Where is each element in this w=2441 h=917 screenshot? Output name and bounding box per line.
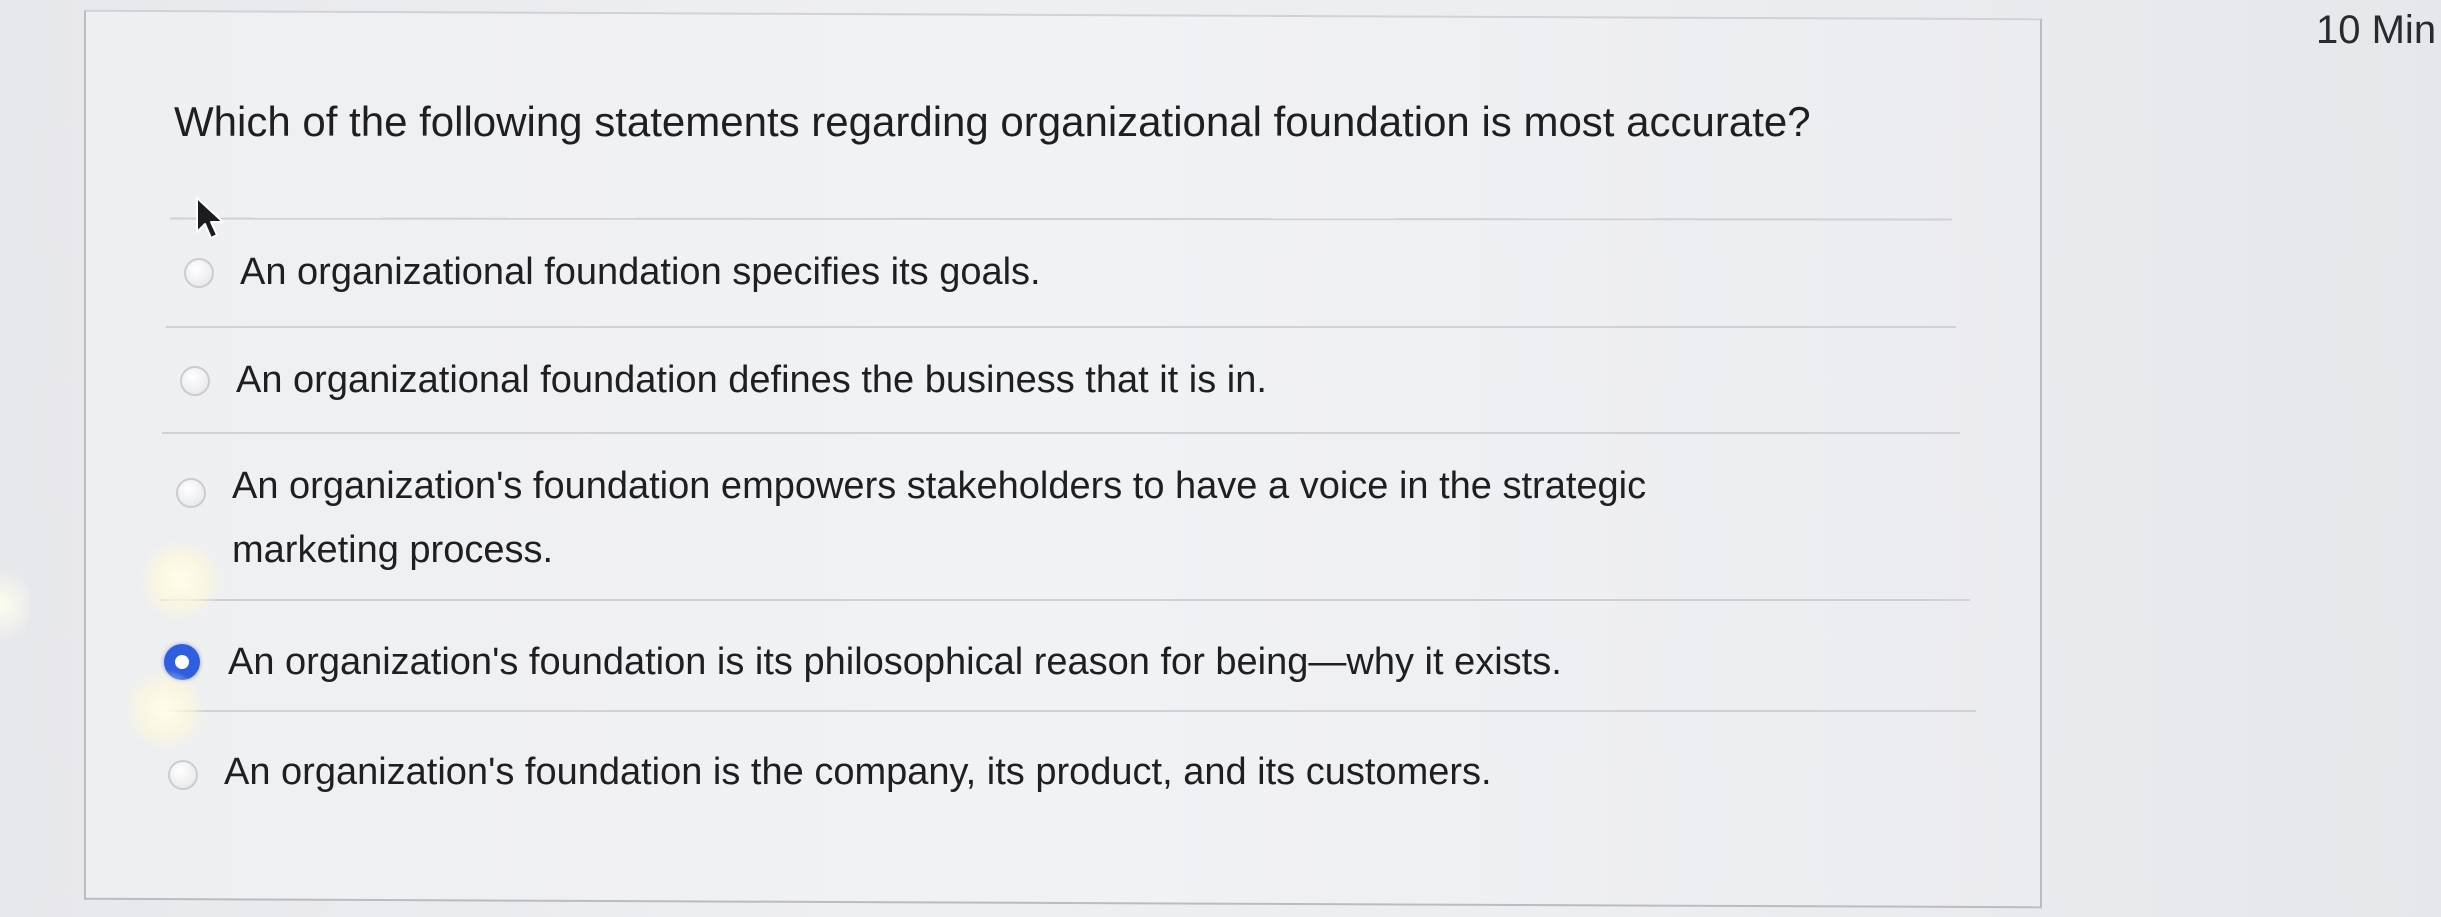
answer-option-label: An organization's foundation empowers st…: [232, 465, 1647, 571]
answer-option-label: An organizational foundation defines the…: [236, 359, 1267, 401]
radio-button-icon[interactable]: [176, 478, 206, 508]
answer-option-label: An organizational foundation specifies i…: [240, 251, 1041, 293]
answer-option-1[interactable]: An organizational foundation specifies i…: [180, 240, 1880, 306]
radio-button-icon[interactable]: [168, 760, 198, 790]
screen-glare: [0, 560, 30, 650]
divider: [162, 432, 1960, 434]
divider: [160, 599, 1970, 601]
answer-option-5[interactable]: An organization's foundation is the comp…: [164, 740, 1864, 806]
radio-button-icon[interactable]: [184, 258, 214, 288]
answer-option-2[interactable]: An organizational foundation defines the…: [176, 348, 1876, 414]
timer-label: 10 Min: [2316, 8, 2437, 52]
divider: [166, 326, 1956, 328]
answer-option-label: An organization's foundation is its phil…: [228, 641, 1562, 683]
mouse-pointer-icon: [196, 197, 224, 239]
divider: [158, 710, 1976, 712]
question-text: Which of the following statements regard…: [174, 98, 1811, 145]
answer-option-label: An organization's foundation is the comp…: [224, 751, 1492, 793]
radio-button-icon[interactable]: [164, 644, 200, 680]
answer-option-4[interactable]: An organization's foundation is its phil…: [164, 630, 1864, 696]
radio-button-icon[interactable]: [180, 366, 210, 396]
answer-option-3[interactable]: An organization's foundation empowers st…: [172, 454, 1892, 584]
